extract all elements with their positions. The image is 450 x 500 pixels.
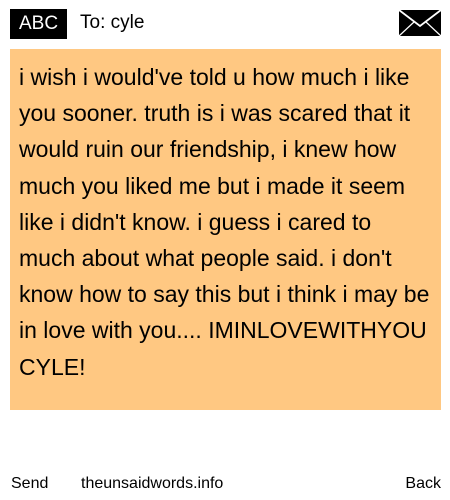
envelope-icon[interactable] xyxy=(398,9,442,37)
recipient-label: To: cyle xyxy=(80,12,145,33)
footer-bar: Send theunsaidwords.info Back xyxy=(0,470,450,500)
message-screen: ABC To: cyle i wish i would've told u ho… xyxy=(0,0,450,500)
message-body[interactable]: i wish i would've told u how much i like… xyxy=(10,49,441,410)
header-bar: ABC To: cyle xyxy=(0,0,450,44)
send-button[interactable]: Send xyxy=(11,474,48,494)
back-button[interactable]: Back xyxy=(405,474,441,494)
site-link[interactable]: theunsaidwords.info xyxy=(81,474,223,494)
input-mode-badge[interactable]: ABC xyxy=(10,9,68,39)
